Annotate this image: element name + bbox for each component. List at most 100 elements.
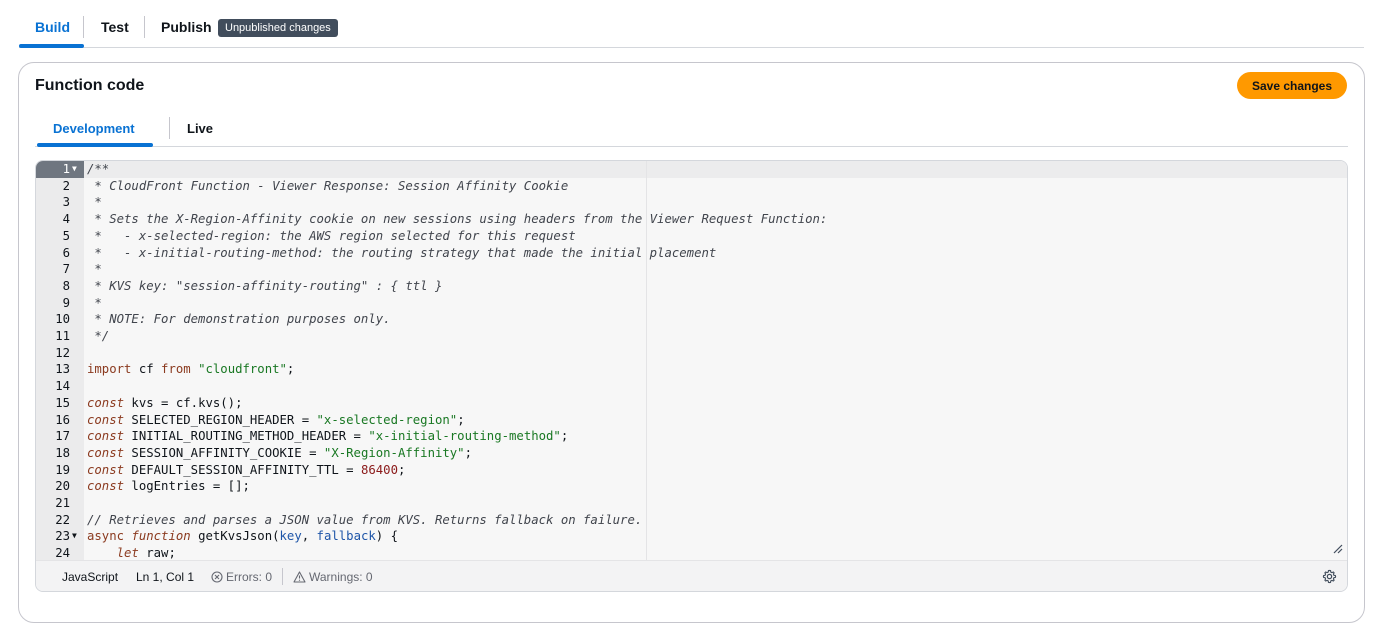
line-number: 14 — [55, 379, 70, 394]
line-number: 10 — [55, 312, 70, 327]
code-line[interactable]: 1 ▼ /** — [36, 161, 1347, 178]
code-editor: 1 ▼/** 2 * CloudFront Function - Viewer Re… — [35, 160, 1348, 592]
tab-development-indicator — [37, 143, 153, 147]
code-text: /** — [87, 162, 110, 176]
code-line[interactable]: 10 * NOTE: For demonstration purposes on… — [36, 311, 1347, 328]
line-number: 4 — [62, 212, 70, 227]
line-number: 6 — [62, 245, 70, 260]
top-tab-bar: Build Test Publish Unpublished changes — [19, 0, 1364, 48]
line-number: 23 — [55, 529, 70, 544]
line-number: 18 — [55, 445, 70, 460]
code-line[interactable]: 11 */ — [36, 328, 1347, 345]
tab-divider — [83, 16, 84, 38]
code-line[interactable]: 21 — [36, 495, 1347, 512]
code-text: const DEFAULT_SESSION_AFFINITY_TTL = 864… — [87, 462, 406, 477]
tab-publish[interactable]: Publish — [161, 19, 212, 35]
line-number: 13 — [55, 362, 70, 377]
code-text: const INITIAL_ROUTING_METHOD_HEADER = "x… — [87, 429, 569, 444]
line-number: 21 — [55, 496, 70, 510]
cursor-position[interactable]: Ln 1, Col 1 — [136, 570, 194, 584]
line-number: 3 — [62, 195, 70, 210]
tab-build[interactable]: Build — [35, 19, 70, 35]
line-number: 12 — [55, 345, 70, 360]
fold-arrow-icon[interactable]: ▼ — [72, 528, 77, 545]
code-text: const kvs = cf.kvs(); — [87, 395, 243, 410]
warning-triangle-icon — [293, 571, 306, 583]
save-changes-button[interactable]: Save changes — [1237, 72, 1347, 99]
code-line[interactable]: 23 ▼ async function getKvsJson(key, fallba… — [36, 528, 1347, 545]
fold-arrow-icon[interactable]: ▼ — [72, 161, 77, 178]
code-line[interactable]: 4 * Sets the X-Region-Affinity cookie on… — [36, 211, 1347, 228]
code-line[interactable]: 20 const logEntries = []; — [36, 478, 1347, 495]
code-text: const logEntries = []; — [87, 479, 250, 494]
code-text: import cf from "cloudfront"; — [87, 362, 295, 377]
code-text: * - x-initial-routing-method: the routin… — [87, 245, 717, 260]
function-code-panel: Function code Save changes Development L… — [18, 62, 1365, 623]
code-text: */ — [87, 329, 110, 343]
line-number: 22 — [55, 512, 70, 527]
code-text: * NOTE: For demonstration purposes only. — [87, 312, 391, 327]
code-line[interactable]: 14 — [36, 378, 1347, 395]
resize-handle-icon[interactable] — [1333, 544, 1343, 554]
code-line[interactable]: 13 import cf from "cloudfront"; — [36, 361, 1347, 378]
warnings-count[interactable]: Warnings: 0 — [293, 570, 373, 584]
tab-development[interactable]: Development — [53, 121, 135, 136]
code-line[interactable]: 16 const SELECTED_REGION_HEADER = "x-sele… — [36, 412, 1347, 429]
code-line[interactable]: 5 * - x-selected-region: the AWS region … — [36, 228, 1347, 245]
code-text: async function getKvsJson(key, fallback)… — [87, 529, 398, 544]
code-text: * — [87, 262, 102, 277]
line-number: 8 — [62, 278, 70, 293]
tab-test[interactable]: Test — [101, 19, 129, 35]
line-number: 15 — [55, 395, 70, 410]
errors-count[interactable]: Errors: 0 — [211, 570, 272, 584]
code-line[interactable]: 3 * — [36, 194, 1347, 211]
code-tab-bar: Development Live — [35, 111, 1348, 147]
code-editor-text-area[interactable]: 1 ▼/** 2 * CloudFront Function - Viewer Re… — [36, 161, 1347, 560]
code-line[interactable]: 2 * CloudFront Function - Viewer Respons… — [36, 178, 1347, 195]
code-line[interactable]: 7 * — [36, 261, 1347, 278]
warnings-label: Warnings: 0 — [309, 570, 373, 584]
code-text: * — [87, 195, 102, 210]
code-line[interactable]: 9 * — [36, 295, 1347, 312]
gear-icon[interactable] — [1322, 569, 1337, 584]
line-number: 7 — [62, 262, 70, 277]
code-text: const SELECTED_REGION_HEADER = "x-select… — [87, 412, 465, 427]
tab-build-indicator — [19, 44, 84, 48]
line-number: 11 — [55, 329, 70, 343]
unpublished-changes-badge: Unpublished changes — [218, 19, 338, 37]
tab-divider — [169, 117, 170, 139]
code-line[interactable]: 8 * KVS key: "session-affinity-routing" … — [36, 278, 1347, 295]
code-text: const SESSION_AFFINITY_COOKIE = "X-Regio… — [87, 445, 472, 460]
code-text: // Retrieves and parses a JSON value fro… — [87, 512, 643, 527]
line-number: 16 — [55, 412, 70, 427]
code-text: * — [87, 295, 102, 310]
error-circle-icon — [211, 571, 223, 583]
code-line[interactable]: 24 let raw; — [36, 545, 1347, 560]
line-number: 2 — [62, 178, 70, 193]
editor-status-bar: JavaScript Ln 1, Col 1 Errors: 0 Warning… — [36, 560, 1347, 591]
code-line[interactable]: 6 * - x-initial-routing-method: the rout… — [36, 245, 1347, 262]
line-number: 5 — [62, 228, 70, 243]
code-line[interactable]: 19 const DEFAULT_SESSION_AFFINITY_TTL = 8… — [36, 462, 1347, 479]
line-number: 24 — [55, 546, 70, 560]
line-number: 17 — [55, 429, 70, 444]
tab-live[interactable]: Live — [187, 121, 213, 136]
line-number: 9 — [62, 295, 70, 310]
code-text: * KVS key: "session-affinity-routing" : … — [87, 278, 443, 293]
errors-label: Errors: 0 — [226, 570, 273, 584]
code-text: * - x-selected-region: the AWS region se… — [87, 228, 576, 243]
code-text: * CloudFront Function - Viewer Response:… — [87, 178, 569, 193]
code-text: * Sets the X-Region-Affinity cookie on n… — [87, 212, 828, 227]
panel-title: Function code — [35, 77, 145, 94]
line-number: 19 — [55, 462, 70, 477]
line-number: 1 — [62, 162, 70, 176]
code-line[interactable]: 15 const kvs = cf.kvs(); — [36, 395, 1347, 412]
tab-divider — [144, 16, 145, 38]
code-line[interactable]: 18 const SESSION_AFFINITY_COOKIE = "X-Reg… — [36, 445, 1347, 462]
code-line[interactable]: 22 // Retrieves and parses a JSON value f… — [36, 512, 1347, 529]
status-divider — [282, 568, 283, 585]
language-indicator[interactable]: JavaScript — [62, 570, 118, 584]
code-text: let raw; — [116, 546, 176, 560]
code-line[interactable]: 17 const INITIAL_ROUTING_METHOD_HEADER = … — [36, 428, 1347, 445]
code-line[interactable]: 12 — [36, 345, 1347, 362]
